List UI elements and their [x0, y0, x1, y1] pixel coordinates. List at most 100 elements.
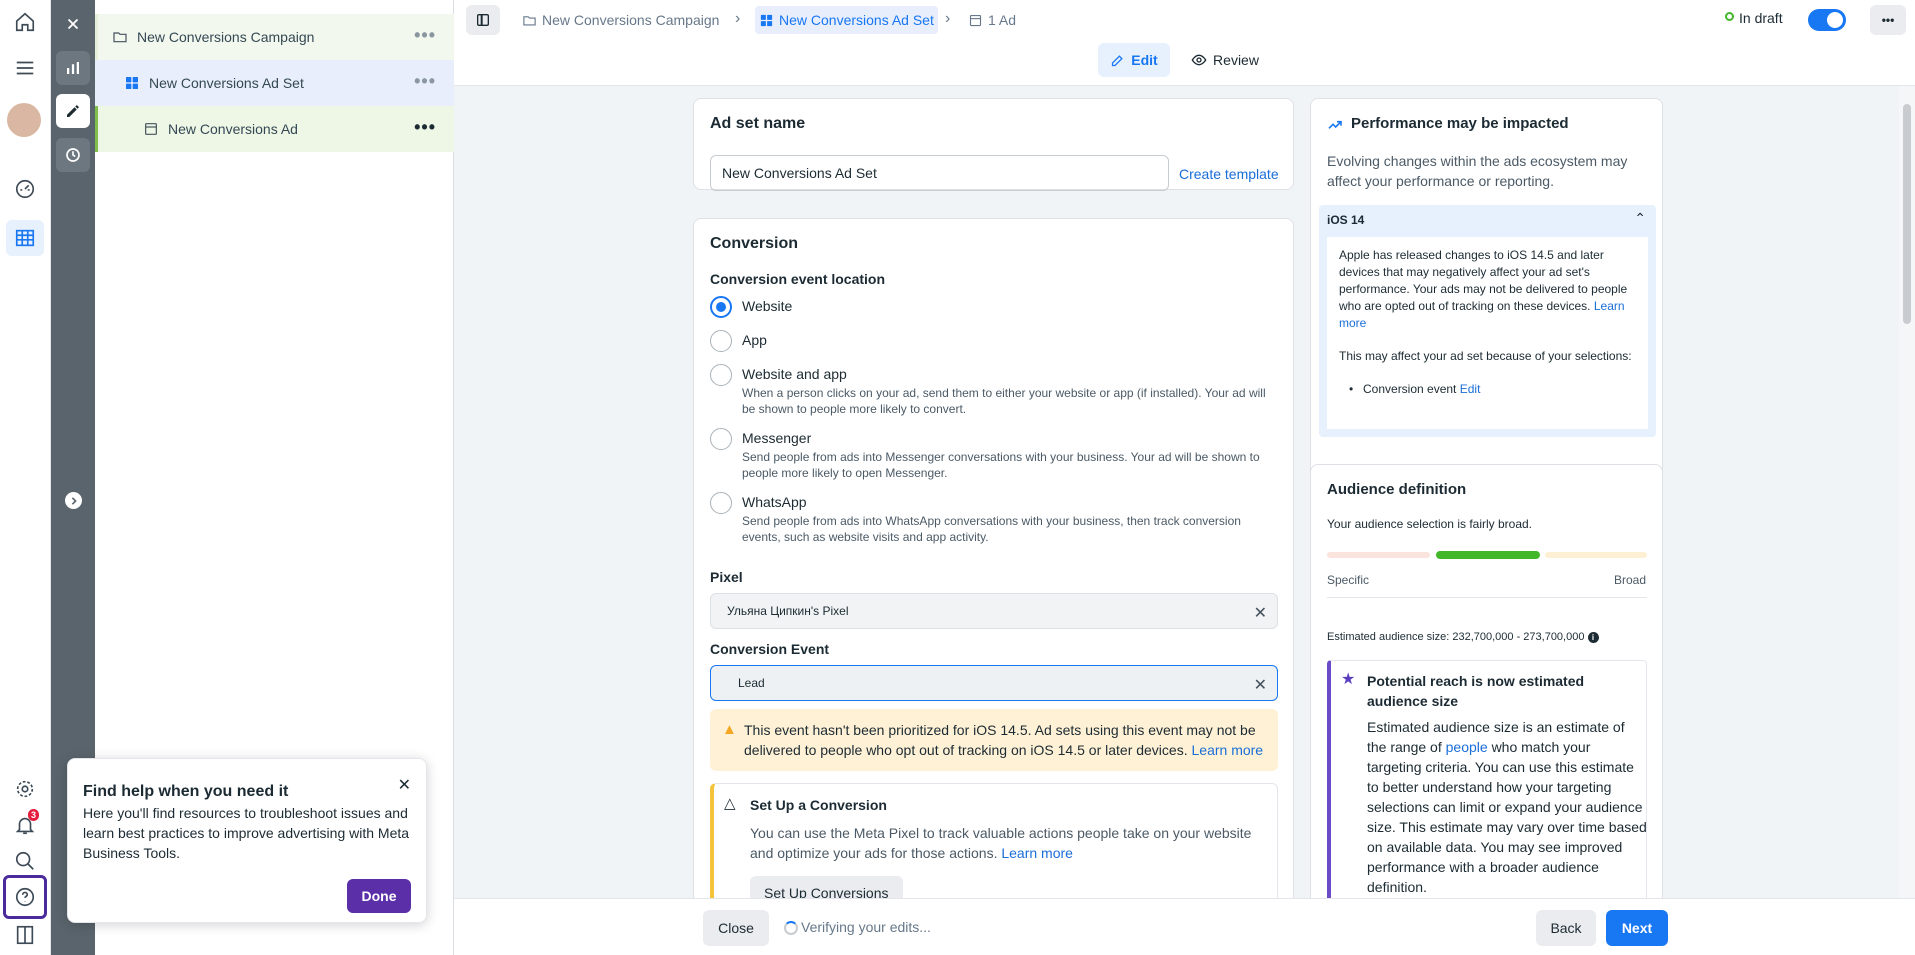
expand-chevron-icon[interactable]: [65, 492, 82, 509]
breadcrumb-separator-icon: ›: [735, 10, 741, 27]
editor-header: New Conversions Campaign › New Conversio…: [454, 0, 1915, 86]
conversion-location-label: Conversion event location: [710, 271, 886, 287]
ad-page-icon: [145, 123, 157, 135]
ios14-body: Apple has released changes to iOS 14.5 a…: [1327, 237, 1648, 429]
help-icon[interactable]: [3, 875, 47, 919]
breadcrumb-campaign[interactable]: New Conversions Campaign: [522, 6, 719, 34]
divider: [1327, 597, 1647, 598]
ios-warning-learn-more[interactable]: Learn more: [1192, 742, 1264, 758]
back-button[interactable]: Back: [1536, 910, 1596, 946]
folder-icon: [113, 32, 127, 43]
tab-edit[interactable]: Edit: [1098, 43, 1170, 77]
clear-event-icon[interactable]: ✕: [1254, 675, 1267, 695]
radio-website-and-app-desc: When a person clicks on your ad, send th…: [742, 386, 1266, 416]
audience-card: Audience definition Your audience select…: [1310, 464, 1663, 920]
breadcrumb-ad[interactable]: 1 Ad: [968, 6, 1016, 34]
chart-icon[interactable]: [56, 51, 90, 85]
conversion-event-select[interactable]: Lead ✕: [710, 665, 1278, 701]
tree-item-campaign[interactable]: New Conversions Campaign •••: [95, 14, 454, 60]
breadcrumb-adset-label: New Conversions Ad Set: [779, 12, 934, 28]
adset-grid-icon: [126, 77, 138, 89]
done-button[interactable]: Done: [347, 879, 411, 913]
setup-conversion-title: Set Up a Conversion: [750, 797, 887, 813]
avatar[interactable]: [7, 103, 41, 137]
warning-icon: ▲: [722, 721, 737, 738]
clock-icon[interactable]: [56, 138, 90, 172]
breadcrumb-campaign-label: New Conversions Campaign: [542, 12, 720, 28]
draft-toggle[interactable]: [1808, 9, 1846, 31]
page-scrollbar[interactable]: [1899, 86, 1915, 898]
status-dot-icon: [1725, 12, 1734, 21]
pixel-value: Ульяна Ципкин's Pixel: [727, 604, 849, 618]
chevron-up-icon[interactable]: ⌃: [1634, 210, 1646, 227]
pixel-label: Pixel: [710, 569, 743, 585]
performance-text: Evolving changes within the ads ecosyste…: [1327, 153, 1628, 189]
radio-whatsapp[interactable]: [710, 492, 732, 514]
info-icon[interactable]: i: [1587, 632, 1599, 643]
clear-pixel-icon[interactable]: ✕: [1254, 603, 1267, 623]
global-nav: 3: [0, 0, 51, 955]
ios14-edit-link[interactable]: Edit: [1460, 382, 1481, 396]
home-icon[interactable]: [11, 8, 39, 36]
ios14-bullet: • Conversion event Edit: [1349, 382, 1481, 396]
reach-info-panel: ★ Potential reach is now estimated audie…: [1327, 660, 1647, 920]
radio-website-and-app-label: Website and app: [742, 366, 847, 382]
pixel-select[interactable]: Ульяна Ципкин's Pixel ✕: [710, 593, 1278, 629]
bell-icon[interactable]: 3: [11, 809, 39, 839]
next-button[interactable]: Next: [1606, 910, 1668, 946]
radio-messenger-desc: Send people from ads into Messenger conv…: [742, 450, 1260, 480]
adset-more-icon[interactable]: •••: [414, 72, 436, 90]
conversion-event-label: Conversion Event: [710, 641, 830, 657]
radio-website-and-app[interactable]: [710, 364, 732, 386]
trend-icon: [1328, 120, 1342, 129]
close-button[interactable]: Close: [703, 910, 769, 946]
dashboard-icon[interactable]: [11, 175, 39, 203]
tab-edit-label: Edit: [1131, 52, 1158, 68]
ios-warning-text: This event hasn't been prioritized for i…: [744, 722, 1256, 758]
ads-manager-table-icon[interactable]: [6, 220, 44, 256]
editor-footer: Close Verifying your edits... Back Next: [454, 898, 1915, 955]
search-icon[interactable]: [11, 847, 39, 875]
create-template-link[interactable]: Create template: [1179, 166, 1279, 182]
adset-grid-icon: [760, 14, 773, 26]
performance-title: Performance may be impacted: [1351, 115, 1569, 132]
star-icon: ★: [1341, 671, 1356, 688]
tree-adset-label: New Conversions Ad Set: [149, 75, 304, 91]
adset-name-card: Ad set name New Conversions Ad Set Creat…: [693, 98, 1294, 191]
tab-review-label: Review: [1213, 52, 1259, 68]
radio-messenger[interactable]: [710, 428, 732, 450]
sidebar-toggle-icon[interactable]: [466, 5, 500, 35]
help-popup-title: Find help when you need it: [83, 783, 289, 800]
tree-item-adset[interactable]: New Conversions Ad Set •••: [95, 60, 454, 106]
meter-specific: [1327, 552, 1430, 558]
meter-current: [1436, 551, 1540, 559]
warning-outline-icon: △: [724, 795, 736, 812]
adset-name-input[interactable]: New Conversions Ad Set: [710, 155, 1169, 191]
verifying-status: Verifying your edits...: [801, 919, 931, 935]
tab-review[interactable]: Review: [1182, 43, 1268, 77]
menu-icon[interactable]: [11, 54, 39, 82]
radio-website[interactable]: [710, 296, 732, 318]
radio-app[interactable]: [710, 330, 732, 352]
ad-more-icon[interactable]: •••: [414, 118, 436, 136]
ad-page-icon: [969, 14, 982, 26]
meter-specific-label: Specific: [1327, 573, 1370, 587]
close-icon[interactable]: ✕: [398, 775, 411, 795]
ios14-text: Apple has released changes to iOS 14.5 a…: [1339, 248, 1628, 330]
close-icon[interactable]: [56, 7, 90, 41]
report-icon[interactable]: [11, 921, 39, 949]
pencil-icon[interactable]: [56, 94, 90, 128]
people-link[interactable]: people: [1446, 739, 1488, 755]
setup-learn-more-link[interactable]: Learn more: [1001, 845, 1073, 861]
campaign-more-icon[interactable]: •••: [414, 26, 436, 44]
setup-conversion-text: You can use the Meta Pixel to track valu…: [750, 825, 1252, 861]
tree-item-ad[interactable]: New Conversions Ad •••: [95, 106, 454, 152]
ios14-label: iOS 14: [1327, 213, 1365, 227]
meter-broad: [1545, 552, 1647, 558]
breadcrumb-separator-icon: ›: [945, 10, 951, 27]
more-options-button[interactable]: •••: [1870, 5, 1906, 35]
breadcrumb-adset[interactable]: New Conversions Ad Set: [755, 6, 938, 34]
gear-icon[interactable]: [11, 775, 39, 803]
editor-canvas: Ad set name New Conversions Ad Set Creat…: [454, 86, 1915, 920]
scrollbar-thumb[interactable]: [1903, 104, 1911, 324]
